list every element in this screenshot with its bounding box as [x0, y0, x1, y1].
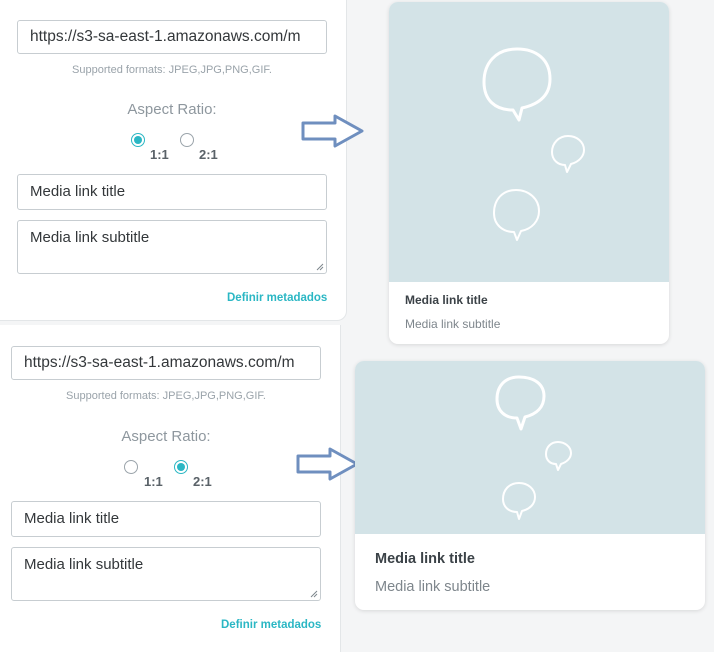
image-url-input[interactable]: https://s3-sa-east-1.amazonaws.com/m [17, 20, 327, 54]
image-url-input[interactable]: https://s3-sa-east-1.amazonaws.com/m [11, 346, 321, 380]
media-editor-panel: https://s3-sa-east-1.amazonaws.com/m Sup… [0, 0, 347, 321]
ratio-1-1-radio[interactable] [124, 460, 138, 474]
media-preview-card: Media link title Media link subtitle [355, 361, 705, 610]
preview-subtitle: Media link subtitle [375, 579, 491, 595]
ratio-2-1-radio[interactable] [174, 460, 188, 474]
right-arrow-icon [296, 447, 359, 481]
ratio-2-1-label: 2:1 [199, 147, 218, 162]
media-title-input[interactable]: Media link title [11, 501, 321, 537]
supported-formats-hint: Supported formats: JPEG,JPG,PNG,GIF. [72, 64, 272, 76]
subtitle-text: Media link subtitle [30, 229, 150, 246]
preview-title: Media link title [405, 293, 488, 307]
image-placeholder [355, 361, 705, 534]
media-title-input[interactable]: Media link title [17, 174, 327, 210]
subtitle-text: Media link subtitle [24, 556, 144, 573]
ratio-1-1-label: 1:1 [150, 147, 169, 162]
speech-bubbles-icon [495, 375, 572, 520]
image-placeholder [389, 2, 669, 282]
aspect-ratio-label: Aspect Ratio: [127, 101, 217, 118]
resize-handle-icon[interactable] [316, 263, 324, 271]
right-arrow-icon [301, 114, 364, 148]
preview-subtitle: Media link subtitle [405, 317, 501, 331]
media-editor-panel: https://s3-sa-east-1.amazonaws.com/m Sup… [0, 325, 341, 652]
define-metadata-link[interactable]: Definir metadados [227, 292, 327, 304]
ratio-2-1-radio[interactable] [180, 133, 194, 147]
ratio-1-1-label: 1:1 [144, 474, 163, 489]
define-metadata-link[interactable]: Definir metadados [221, 619, 321, 631]
media-subtitle-textarea[interactable]: Media link subtitle [11, 547, 321, 601]
resize-handle-icon[interactable] [310, 590, 318, 598]
media-preview-card: Media link title Media link subtitle [389, 2, 669, 344]
supported-formats-hint: Supported formats: JPEG,JPG,PNG,GIF. [66, 390, 266, 402]
preview-title: Media link title [375, 551, 475, 567]
media-subtitle-textarea[interactable]: Media link subtitle [17, 220, 327, 274]
aspect-ratio-label: Aspect Ratio: [121, 428, 211, 445]
speech-bubbles-icon [482, 47, 585, 241]
ratio-1-1-radio[interactable] [131, 133, 145, 147]
ratio-2-1-label: 2:1 [193, 474, 212, 489]
